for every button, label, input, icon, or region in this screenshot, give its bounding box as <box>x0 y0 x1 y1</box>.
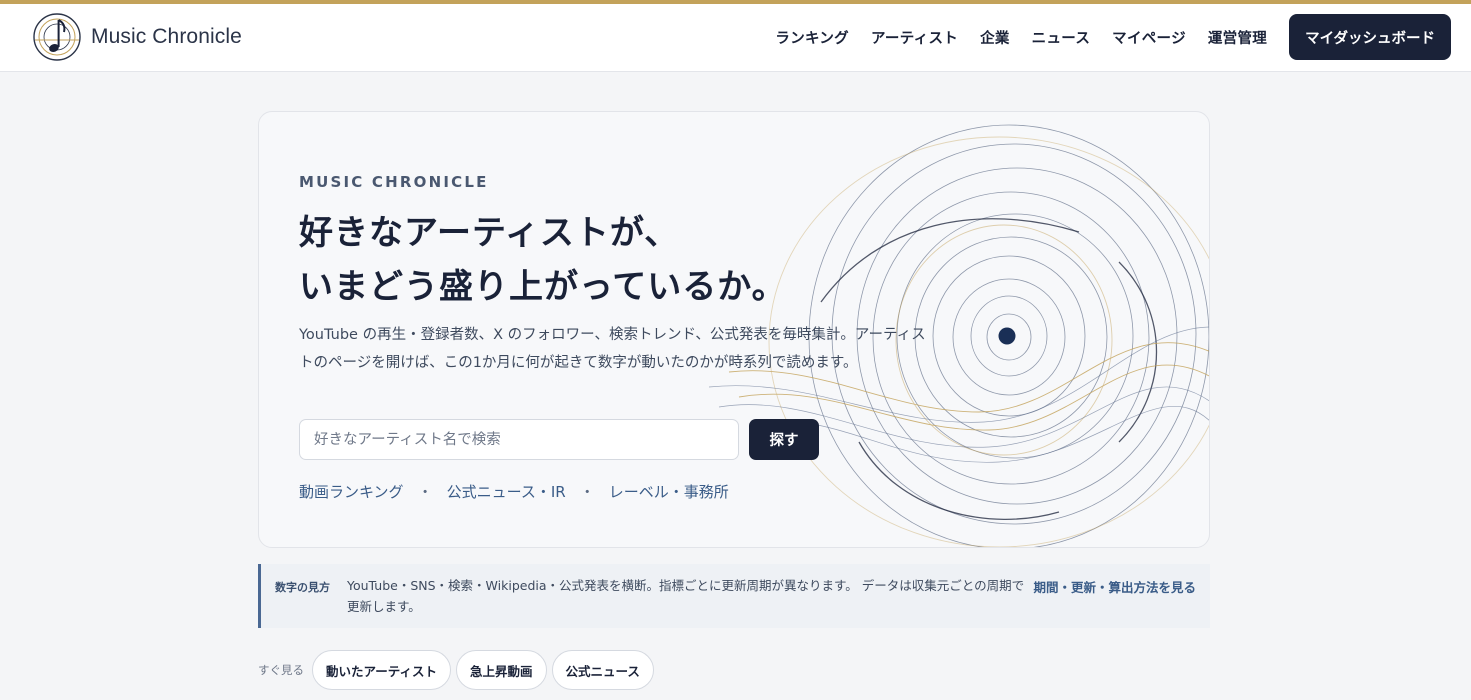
nav-artist[interactable]: アーティスト <box>871 27 958 48</box>
note-text: YouTube・SNS・検索・Wikipedia・公式発表を横断。指標ごとに更新… <box>347 578 1025 614</box>
nav-ranking[interactable]: ランキング <box>775 27 849 48</box>
nav-news[interactable]: ニュース <box>1032 27 1090 48</box>
hero-title: 好きなアーティストが、 いまどう盛り上がっているか。 <box>299 206 787 314</box>
my-dashboard-button[interactable]: マイダッシュボード <box>1289 14 1451 60</box>
chip-rising-videos[interactable]: 急上昇動画 <box>456 650 547 690</box>
hero-description: YouTube の再生・登録者数、X のフォロワー、検索トレンド、公式発表を毎時… <box>299 327 926 371</box>
logo-text: Music Chronicle <box>91 25 242 48</box>
data-note-banner: 数字の見方 YouTube・SNS・検索・Wikipedia・公式発表を横断。指… <box>258 564 1210 628</box>
hero-eyebrow: MUSIC CHRONICLE <box>299 173 489 191</box>
site-header: Music Chronicle ランキング アーティスト 企業 ニュース マイペ… <box>0 4 1471 72</box>
link-separator: ・ <box>579 483 595 501</box>
search-button[interactable]: 探す <box>749 419 819 460</box>
chip-trending-artists[interactable]: 動いたアーティスト <box>312 650 452 690</box>
note-label: 数字の見方 <box>275 581 330 594</box>
nav-mypage[interactable]: マイページ <box>1112 27 1186 48</box>
nav-company[interactable]: 企業 <box>980 27 1010 48</box>
artist-search-input[interactable] <box>299 419 739 460</box>
link-official-news-ir[interactable]: 公式ニュース・IR <box>447 481 566 502</box>
music-note-disc-icon <box>33 13 81 61</box>
nav-admin[interactable]: 運営管理 <box>1208 27 1267 48</box>
quick-access-label: すぐ見る <box>258 663 304 677</box>
logo[interactable]: Music Chronicle <box>32 11 242 63</box>
link-video-ranking[interactable]: 動画ランキング <box>299 481 404 502</box>
link-separator: ・ <box>417 483 433 501</box>
hero-quick-links: 動画ランキング ・ 公式ニュース・IR ・ レーベル・事務所 <box>299 481 729 502</box>
methodology-link[interactable]: 期間・更新・算出方法を見る <box>1033 577 1196 596</box>
hero-title-line-1: 好きなアーティストが、 <box>299 213 680 253</box>
hero-card: MUSIC CHRONICLE 好きなアーティストが、 いまどう盛り上がっている… <box>258 111 1210 548</box>
hero-title-line-2: いまどう盛り上がっているか。 <box>299 267 787 307</box>
main-nav: ランキング アーティスト 企業 ニュース マイページ 運営管理 マイダッシュボー… <box>753 14 1451 60</box>
chip-official-news[interactable]: 公式ニュース <box>551 650 654 690</box>
quick-access-row: すぐ見る 動いたアーティスト 急上昇動画 公式ニュース <box>258 650 659 690</box>
link-labels-agencies[interactable]: レーベル・事務所 <box>609 481 729 502</box>
